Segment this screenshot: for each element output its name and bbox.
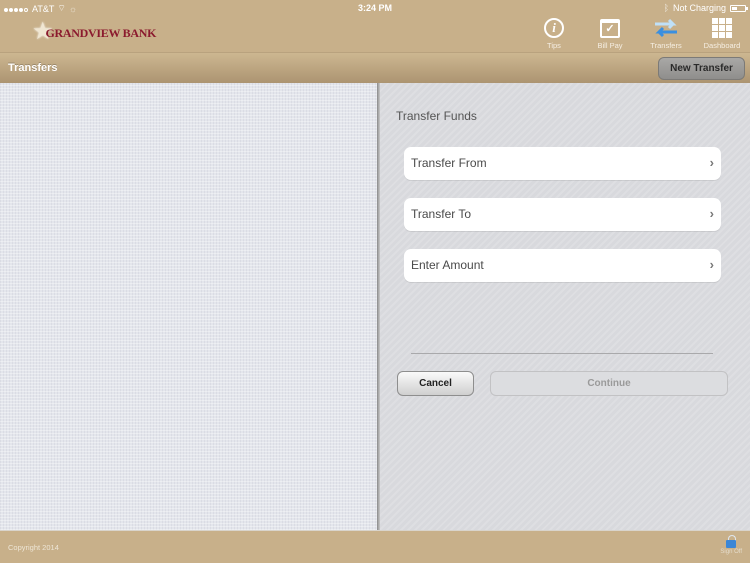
charging-status: Not Charging [672, 3, 726, 13]
footer: Copyright 2014 Sign Off [0, 530, 750, 563]
lock-icon [726, 535, 737, 548]
continue-button[interactable]: Continue [490, 371, 728, 396]
top-bar: AT&T ⌔ ☼ 3:24 PM ᛒ Not Charging ★ GRANDV… [0, 0, 750, 52]
separator [411, 353, 713, 354]
status-bar: AT&T ⌔ ☼ 3:24 PM ᛒ Not Charging [0, 0, 750, 16]
clock: 3:24 PM [357, 3, 392, 13]
chevron-right-icon: › [709, 206, 714, 221]
new-transfer-button[interactable]: New Transfer [658, 57, 745, 80]
nav-transfers[interactable]: Transfers [638, 17, 694, 50]
transfer-from-row[interactable]: Transfer From › [404, 147, 721, 180]
cancel-button[interactable]: Cancel [397, 371, 474, 396]
section-title: Transfer Funds [396, 109, 477, 123]
row-label: Transfer From [411, 156, 487, 170]
nav-label: Tips [547, 41, 561, 50]
bank-name: GRANDVIEW BANK [45, 25, 157, 40]
main-nav: i Tips ✓ Bill Pay Transfers Dashboard [526, 17, 750, 50]
nav-dashboard[interactable]: Dashboard [694, 17, 750, 50]
copyright: Copyright 2014 [8, 543, 59, 552]
page-title: Transfers [8, 62, 58, 74]
row-label: Enter Amount [411, 258, 484, 272]
bluetooth-icon: ᛒ [663, 3, 669, 13]
row-label: Transfer To [411, 207, 472, 221]
transfer-to-row[interactable]: Transfer To › [404, 198, 721, 231]
master-pane [0, 83, 377, 530]
nav-label: Dashboard [703, 41, 741, 50]
nav-tips[interactable]: i Tips [526, 17, 582, 50]
grid-icon [712, 18, 732, 38]
sign-off-button[interactable]: Sign Off [720, 535, 742, 555]
chevron-right-icon: › [709, 257, 714, 272]
battery-icon [730, 4, 748, 12]
nav-bill-pay[interactable]: ✓ Bill Pay [582, 17, 638, 50]
chevron-right-icon: › [709, 155, 714, 170]
calendar-check-icon: ✓ [600, 18, 620, 38]
enter-amount-row[interactable]: Enter Amount › [404, 249, 721, 282]
sign-off-label: Sign Off [720, 549, 742, 555]
transfer-arrows-icon [655, 18, 677, 38]
bank-logo: ★ GRANDVIEW BANK [32, 20, 156, 44]
nav-label: Transfers [650, 41, 682, 50]
title-bar: Transfers New Transfer [0, 52, 750, 83]
info-icon: i [544, 18, 564, 38]
nav-label: Bill Pay [597, 41, 623, 50]
detail-pane: Transfer Funds Transfer From › Transfer … [380, 83, 750, 530]
